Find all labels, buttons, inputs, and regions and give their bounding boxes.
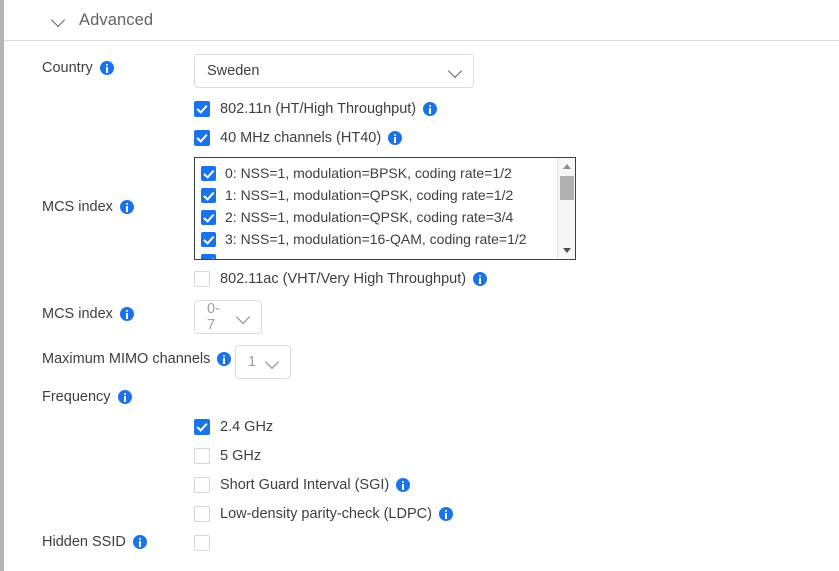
info-icon[interactable]: [423, 102, 438, 116]
checkbox-ldpc-box[interactable]: [194, 506, 210, 522]
list-item-label: 0: NSS=1, modulation=BPSK, coding rate=1…: [225, 165, 512, 181]
chevron-down-icon: [266, 355, 280, 369]
hidden-ssid-label: Hidden SSID: [42, 534, 126, 550]
list-item-checkbox[interactable]: [201, 165, 216, 181]
country-select[interactable]: Sweden: [194, 54, 474, 88]
country-label-group: Country: [42, 60, 114, 76]
checkbox-ht40-label: 40 MHz channels (HT40): [220, 130, 382, 146]
list-item-checkbox[interactable]: [201, 209, 216, 225]
list-item-label: 3: NSS=1, modulation=16-QAM, coding rate…: [225, 231, 527, 247]
checkbox-ht40-box[interactable]: [194, 130, 210, 146]
checkbox-80211n-box[interactable]: [194, 101, 210, 117]
country-label: Country: [42, 60, 93, 76]
info-icon[interactable]: [119, 307, 134, 321]
mimo-select[interactable]: 1: [235, 345, 291, 379]
scroll-down-arrow-icon[interactable]: [558, 243, 575, 258]
advanced-settings-panel: Advanced Country Sweden 802.11n (HT/High…: [4, 0, 839, 571]
checkbox-hidden-ssid[interactable]: [194, 535, 210, 551]
info-icon[interactable]: [473, 272, 488, 286]
list-item-partial[interactable]: [201, 250, 556, 259]
checkbox-sgi[interactable]: Short Guard Interval (SGI): [194, 477, 411, 493]
checkbox-sgi-label: Short Guard Interval (SGI): [220, 477, 390, 493]
info-icon[interactable]: [396, 478, 411, 492]
mimo-select-value: 1: [248, 354, 257, 370]
scrollbar-thumb[interactable]: [560, 176, 574, 200]
listbox-scrollbar[interactable]: [557, 158, 575, 259]
info-icon[interactable]: [388, 131, 403, 145]
mcs-index-select[interactable]: 0-7: [194, 300, 262, 334]
mcs-index-select-value: 0-7: [207, 301, 220, 333]
info-icon[interactable]: [438, 507, 453, 521]
info-icon[interactable]: [99, 61, 114, 75]
checkbox-80211n[interactable]: 802.11n (HT/High Throughput): [194, 101, 438, 117]
list-item-checkbox[interactable]: [201, 187, 216, 203]
info-icon[interactable]: [217, 352, 232, 366]
mcs-index-select-label: MCS index: [42, 306, 113, 322]
info-icon[interactable]: [132, 535, 147, 549]
mimo-label-group: Maximum MIMO channels: [42, 351, 232, 367]
hidden-ssid-label-group: Hidden SSID: [42, 534, 147, 550]
page-title: Advanced: [79, 10, 154, 29]
checkbox-80211n-label: 802.11n (HT/High Throughput): [220, 101, 417, 117]
checkbox-sgi-box[interactable]: [194, 477, 210, 493]
mcs-index-list-label: MCS index: [42, 199, 113, 215]
checkbox-hidden-ssid-box[interactable]: [194, 535, 210, 551]
country-select-value: Sweden: [207, 63, 260, 79]
chevron-down-icon[interactable]: [52, 13, 67, 28]
checkbox-ldpc[interactable]: Low-density parity-check (LDPC): [194, 506, 453, 522]
list-item-label: 1: NSS=1, modulation=QPSK, coding rate=1…: [225, 187, 514, 203]
info-icon[interactable]: [117, 390, 132, 404]
list-item-checkbox[interactable]: [201, 231, 216, 247]
list-item[interactable]: 2: NSS=1, modulation=QPSK, coding rate=3…: [201, 206, 556, 228]
mcs-index-select-label-group: MCS index: [42, 306, 134, 322]
chevron-down-icon: [237, 310, 251, 324]
checkbox-80211ac-label: 802.11ac (VHT/Very High Throughput): [220, 271, 467, 287]
checkbox-2-4ghz-box[interactable]: [194, 419, 210, 435]
checkbox-5ghz-label: 5 GHz: [220, 448, 262, 464]
checkbox-80211ac[interactable]: 802.11ac (VHT/Very High Throughput): [194, 271, 488, 287]
info-icon[interactable]: [119, 200, 134, 214]
checkbox-2-4ghz-label: 2.4 GHz: [220, 419, 274, 435]
mimo-label: Maximum MIMO channels: [42, 351, 211, 367]
list-item-checkbox[interactable]: [201, 253, 216, 259]
frequency-label-group: Frequency: [42, 389, 132, 405]
list-item[interactable]: 0: NSS=1, modulation=BPSK, coding rate=1…: [201, 162, 556, 184]
checkbox-ht40[interactable]: 40 MHz channels (HT40): [194, 130, 403, 146]
frequency-label: Frequency: [42, 389, 111, 405]
checkbox-5ghz-box[interactable]: [194, 448, 210, 464]
list-item[interactable]: 3: NSS=1, modulation=16-QAM, coding rate…: [201, 228, 556, 250]
list-item-label: 2: NSS=1, modulation=QPSK, coding rate=3…: [225, 209, 514, 225]
checkbox-2-4ghz[interactable]: 2.4 GHz: [194, 419, 273, 435]
checkbox-5ghz[interactable]: 5 GHz: [194, 448, 261, 464]
list-item[interactable]: 1: NSS=1, modulation=QPSK, coding rate=1…: [201, 184, 556, 206]
chevron-down-icon: [449, 64, 463, 78]
mcs-index-list-items: 0: NSS=1, modulation=BPSK, coding rate=1…: [195, 158, 556, 259]
advanced-section-header[interactable]: Advanced: [4, 0, 839, 41]
checkbox-80211ac-box[interactable]: [194, 271, 210, 287]
mcs-index-list-label-group: MCS index: [42, 199, 134, 215]
mcs-index-listbox[interactable]: 0: NSS=1, modulation=BPSK, coding rate=1…: [194, 157, 576, 260]
checkbox-ldpc-label: Low-density parity-check (LDPC): [220, 506, 432, 522]
scroll-up-arrow-icon[interactable]: [558, 159, 575, 174]
